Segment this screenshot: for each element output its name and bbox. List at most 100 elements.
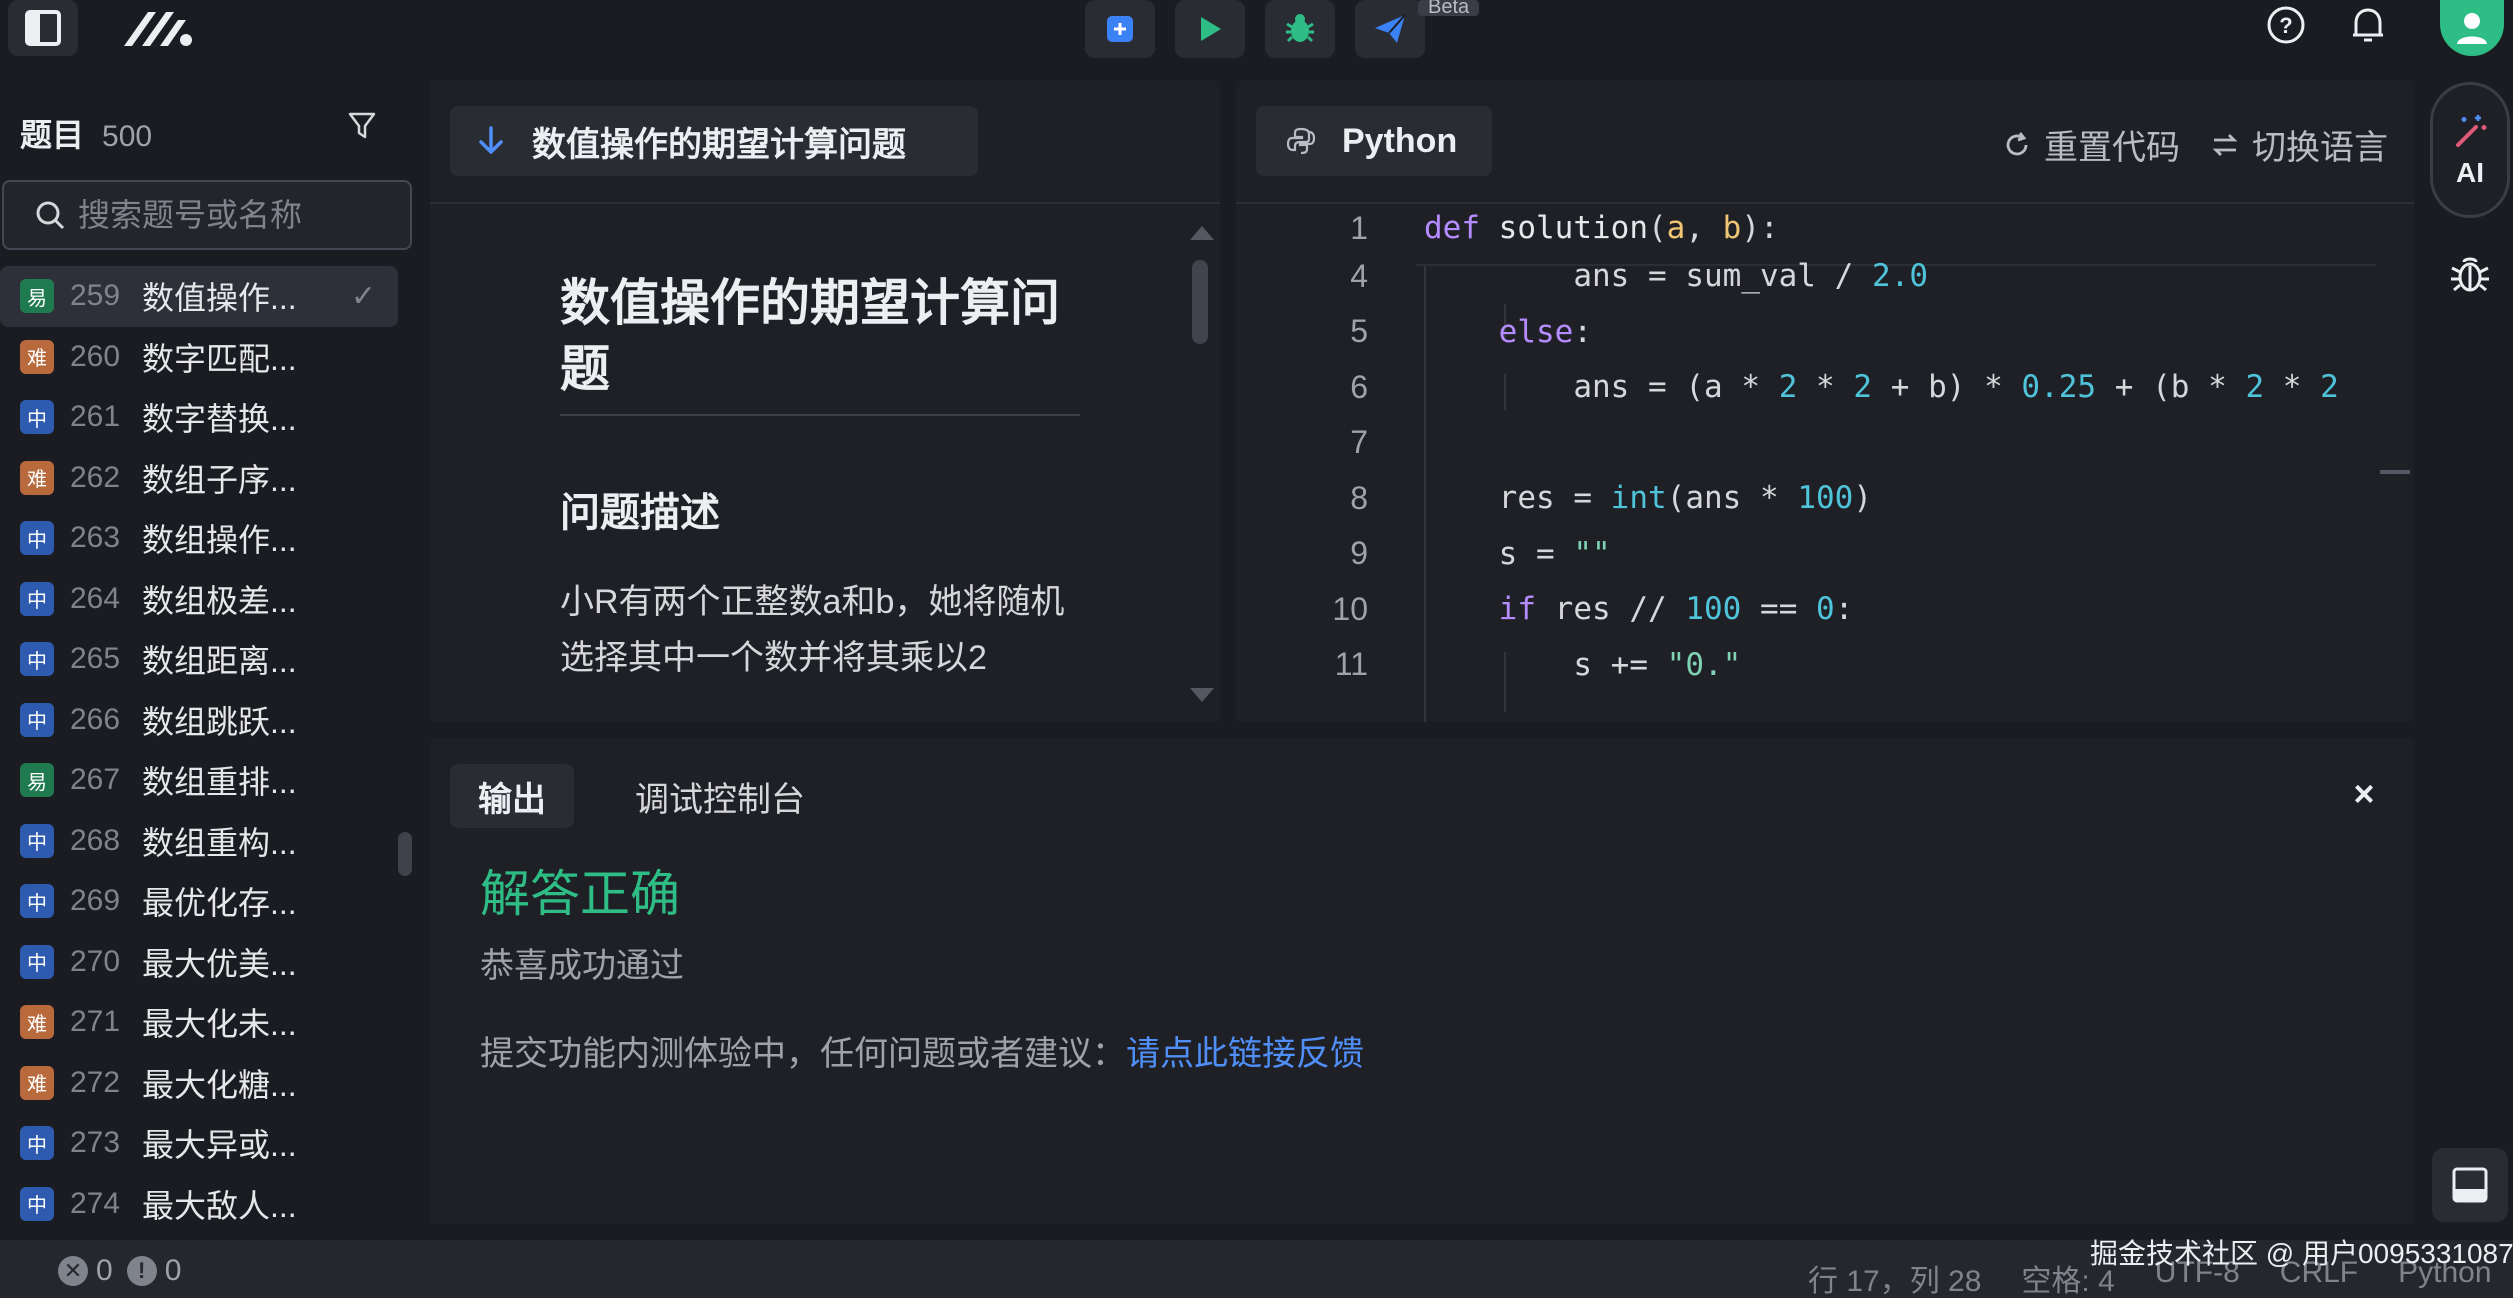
- reset-code-label: 重置代码: [2044, 129, 2180, 167]
- search-icon: [36, 201, 65, 230]
- top-bar: Beta ?: [0, 0, 2513, 72]
- problem-heading: 数值操作的期望计算问题: [560, 270, 1080, 416]
- problem-number: 259: [70, 279, 121, 313]
- panel-bottom-icon: [2452, 1167, 2488, 1203]
- sidebar-toggle-button[interactable]: [8, 0, 78, 56]
- list-item[interactable]: 中 263 数组操作...: [0, 508, 398, 569]
- list-item[interactable]: 难 272 最大化糖...: [0, 1053, 398, 1114]
- problem-number: 272: [70, 1065, 121, 1099]
- run-button[interactable]: [1175, 0, 1245, 58]
- switch-language-button[interactable]: 切换语言: [2210, 120, 2388, 169]
- problem-number: 267: [70, 763, 121, 797]
- search-input[interactable]: [78, 196, 408, 234]
- divider: [430, 202, 1220, 204]
- close-icon[interactable]: ×: [2344, 774, 2384, 814]
- problem-number: 273: [70, 1126, 121, 1160]
- difficulty-badge: 中: [20, 884, 54, 919]
- tab-output[interactable]: 输出: [450, 764, 574, 828]
- bug-icon: [1286, 14, 1314, 43]
- code-line[interactable]: 10 if res // 100 == 0:: [1236, 581, 2414, 637]
- magic-wand-icon: [2456, 115, 2487, 147]
- problem-name: 最优化存...: [142, 885, 297, 922]
- difficulty-badge: 中: [20, 521, 54, 556]
- problem-name: 最大异或...: [142, 1127, 297, 1164]
- difficulty-badge: 中: [20, 823, 54, 858]
- difficulty-badge: 中: [20, 1186, 54, 1221]
- line-number: 4: [1350, 257, 1368, 294]
- scroll-up-arrow[interactable]: [1190, 226, 1214, 240]
- list-item[interactable]: 中 274 最大敌人...: [0, 1174, 398, 1235]
- difficulty-badge: 易: [20, 279, 54, 314]
- code-area[interactable]: 1 def solution(a, b): 4 ans = sum_val / 2.…: [1236, 204, 2414, 722]
- problem-list-scrollbar[interactable]: [398, 832, 412, 876]
- list-item[interactable]: 难 271 最大化未...: [0, 992, 398, 1053]
- code-line[interactable]: 4 ans = sum_val / 2.0: [1236, 248, 2414, 304]
- problem-name: 数字替换...: [142, 401, 297, 438]
- list-item[interactable]: 中 268 数组重构...: [0, 811, 398, 872]
- sidebar-panel-icon: [25, 10, 61, 46]
- submit-button[interactable]: [1085, 0, 1155, 58]
- feedback-link[interactable]: 请点此链接反馈: [1126, 1035, 1364, 1073]
- code-text: else:: [1498, 313, 1592, 350]
- search-box[interactable]: [2, 180, 412, 250]
- send-button[interactable]: [1355, 0, 1425, 58]
- notification-button[interactable]: [2340, 0, 2396, 50]
- list-item[interactable]: 中 270 最大优美...: [0, 932, 398, 993]
- list-item[interactable]: 难 260 数字匹配...: [0, 327, 398, 388]
- reset-code-button[interactable]: 重置代码: [2002, 120, 2180, 169]
- problem-scrollbar[interactable]: [1192, 260, 1208, 344]
- help-button[interactable]: ?: [2258, 0, 2314, 50]
- code-line[interactable]: 11 s += "0.": [1236, 637, 2414, 693]
- problem-name: 数组操作...: [142, 522, 297, 559]
- list-item[interactable]: 难 262 数组子序...: [0, 448, 398, 509]
- list-item[interactable]: 中 273 最大异或...: [0, 1113, 398, 1174]
- language-name: Python: [1342, 121, 1458, 160]
- list-item[interactable]: 中 261 数字替换...: [0, 387, 398, 448]
- problem-list: 易 259 数值操作... ✓ 难 260 数字匹配... 中 261 数字替换... 难 262 数组…: [0, 266, 400, 1234]
- toggle-panel-button[interactable]: [2432, 1148, 2508, 1222]
- list-item[interactable]: 中 266 数组跳跃...: [0, 690, 398, 751]
- difficulty-badge: 中: [20, 400, 54, 435]
- problem-content: 数值操作的期望计算问题 问题描述 小R有两个正整数a和b，她将随机选择其中一个数…: [560, 270, 1080, 686]
- code-text: s = "": [1498, 535, 1611, 572]
- problem-number: 266: [70, 702, 121, 736]
- problem-name: 数组极差...: [142, 582, 297, 619]
- list-item[interactable]: 中 269 最优化存...: [0, 871, 398, 932]
- language-tab[interactable]: Python: [1256, 106, 1492, 176]
- filter-icon[interactable]: [346, 110, 378, 142]
- play-icon: [1201, 17, 1221, 41]
- problem-number: 262: [70, 460, 121, 494]
- list-item[interactable]: 易 267 数组重排...: [0, 750, 398, 811]
- scroll-down-arrow[interactable]: [1190, 688, 1214, 702]
- problem-number: 265: [70, 642, 121, 676]
- problem-tab-title: 数值操作的期望计算问题: [532, 125, 906, 164]
- bug-icon[interactable]: [2446, 250, 2494, 298]
- warning-count: 0: [164, 1254, 182, 1287]
- check-icon: ✓: [350, 279, 376, 313]
- list-item[interactable]: 易 259 数值操作... ✓: [0, 266, 398, 327]
- ai-assistant-button[interactable]: AI: [2430, 82, 2510, 218]
- problem-list-panel: 题目 500 易 259 数值操作... ✓ 难 260 数字匹配... 中 261 数字替换..…: [0, 80, 416, 1240]
- problem-description-panel: 数值操作的期望计算问题 数值操作的期望计算问题 问题描述 小R有两个正整数a和b…: [430, 80, 1220, 722]
- problem-tab[interactable]: 数值操作的期望计算问题: [450, 106, 978, 176]
- code-line[interactable]: 6 ans = (a * 2 * 2 + b) * 0.25 + (b * 2 …: [1236, 359, 2414, 415]
- list-item[interactable]: 中 264 数组极差...: [0, 569, 398, 630]
- difficulty-badge: 难: [20, 460, 54, 495]
- watermark: 掘金技术社区 @ 用户00953310877: [2090, 1238, 2513, 1269]
- user-avatar[interactable]: [2440, 0, 2504, 56]
- reset-icon: [2006, 131, 2028, 155]
- code-line[interactable]: 9 s = "": [1236, 526, 2414, 582]
- problem-list-header: 题目 500: [20, 110, 152, 156]
- cursor-position[interactable]: 行 17，列 28: [1808, 1256, 1981, 1298]
- list-item[interactable]: 中 265 数组距离...: [0, 629, 398, 690]
- debug-button[interactable]: [1265, 0, 1335, 58]
- problem-number: 269: [70, 884, 121, 918]
- help-icon: ?: [2267, 6, 2305, 44]
- code-line[interactable]: 7: [1236, 415, 2414, 471]
- code-line[interactable]: 5 else:: [1236, 304, 2414, 360]
- problems-indicator[interactable]: ✕ 0 ! 0: [58, 1254, 181, 1288]
- problem-name: 数字匹配...: [142, 340, 297, 377]
- tab-debug-console[interactable]: 调试控制台: [608, 764, 832, 828]
- code-line[interactable]: 8 res = int(ans * 100): [1236, 470, 2414, 526]
- problem-name: 数组距离...: [142, 643, 297, 680]
